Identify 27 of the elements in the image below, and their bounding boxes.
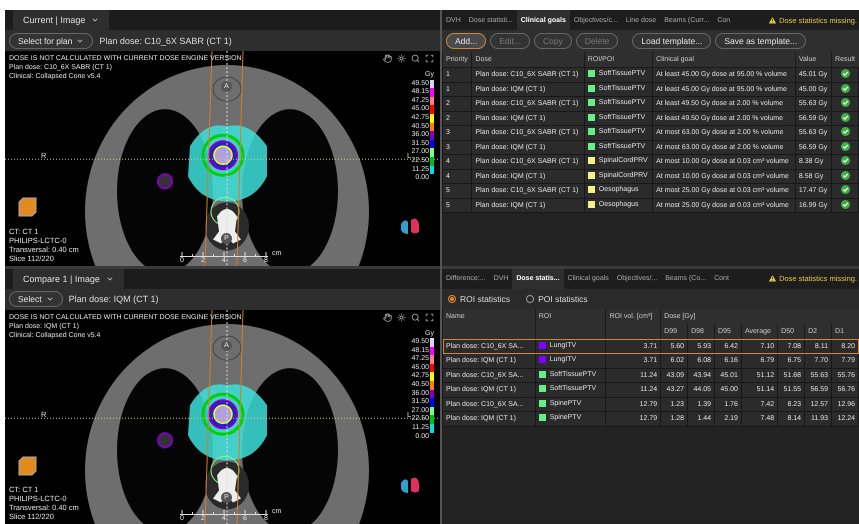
hand-icon[interactable] [383, 312, 392, 322]
hand-icon[interactable] [383, 54, 392, 63]
warning-icon [768, 16, 778, 24]
radio-option[interactable]: POI statistics [526, 294, 588, 304]
warning-icon [768, 274, 778, 283]
toolbar-button[interactable]: Save as template... [715, 33, 806, 49]
toolbar-button[interactable]: Add... [446, 33, 486, 49]
viewer-tab[interactable]: Current | Image [13, 10, 110, 30]
cube-icon[interactable] [17, 197, 37, 217]
toolbar-button[interactable]: Load template... [632, 33, 712, 49]
body-figure-icon[interactable] [399, 216, 421, 236]
select-plan-button[interactable]: Select for plan [9, 32, 94, 48]
sun-icon[interactable] [397, 54, 406, 63]
plan-label: Plan dose: C10_6X SABR (CT 1) [99, 36, 232, 46]
select-plan-button[interactable]: Select [9, 291, 63, 307]
caret-icon [46, 295, 54, 303]
plan-label: Plan dose: IQM (CT 1) [68, 294, 158, 304]
viewer-tab[interactable]: Compare 1 | Image [13, 268, 124, 288]
body-figure-icon[interactable] [399, 474, 421, 494]
expand-icon[interactable] [425, 312, 434, 322]
caret-icon [91, 16, 100, 24]
radio-option[interactable]: ROI statistics [448, 294, 510, 304]
expand-icon[interactable] [425, 54, 434, 63]
search-icon[interactable] [411, 54, 420, 63]
sun-icon[interactable] [397, 312, 406, 322]
search-icon[interactable] [411, 312, 420, 322]
cube-icon[interactable] [17, 456, 37, 476]
